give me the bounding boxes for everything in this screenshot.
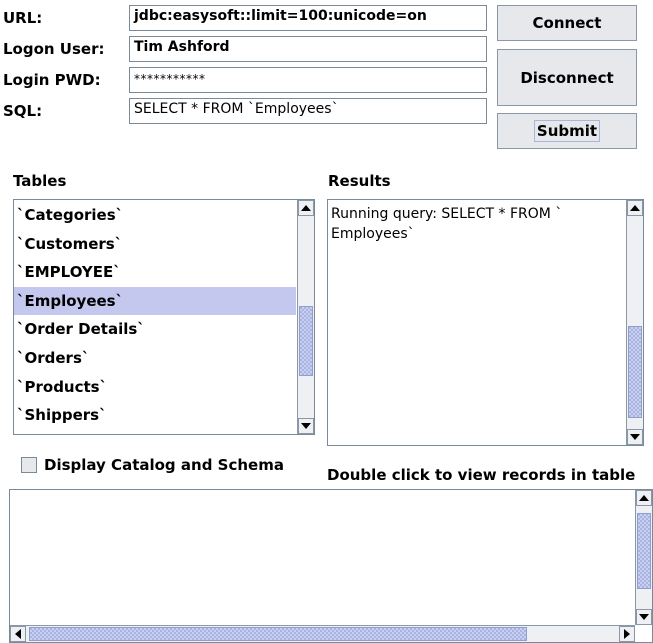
records-vscroll-thumb[interactable] [637,513,651,589]
table-list-item[interactable]: `Employees` [14,286,296,315]
arrow-left-icon [15,629,21,639]
double-click-hint: Double click to view records in table [327,466,636,484]
results-line: Employees` [331,226,415,242]
arrow-up-icon [301,205,311,211]
results-heading: Results [328,172,391,190]
display-catalog-checkbox[interactable] [21,457,37,473]
table-list-item[interactable]: `Products` [14,373,296,401]
table-list-item[interactable]: `Orders` [14,344,296,372]
results-scroll-down-button[interactable] [627,429,643,445]
tables-scroll-thumb[interactable] [299,306,313,376]
results-line: Running query: SELECT * FROM ` [331,206,563,222]
results-vscrollbar[interactable] [626,200,643,445]
results-text: Running query: SELECT * FROM ` Employees… [331,204,623,244]
tables-list[interactable]: `Categories` `Customers` `EMPLOYEE` `Employ… [13,199,315,435]
disconnect-button-label: Disconnect [520,68,614,87]
arrow-down-icon [301,423,311,429]
arrow-down-icon [630,434,640,440]
records-panel[interactable] [9,489,653,643]
display-catalog-label[interactable]: Display Catalog and Schema [44,456,284,474]
tables-vscrollbar[interactable] [297,200,314,434]
records-scroll-up-button[interactable] [636,490,652,506]
connect-button-label: Connect [532,14,602,32]
tables-scroll-up-button[interactable] [298,200,314,216]
records-hscroll-thumb[interactable] [29,627,527,641]
table-list-item[interactable]: `EMPLOYEE` [14,258,296,286]
url-label: URL: [3,9,43,27]
logon-user-label: Logon User: [3,40,105,58]
results-panel[interactable]: Running query: SELECT * FROM ` Employees… [327,199,644,446]
records-scroll-left-button[interactable] [10,626,26,642]
submit-button[interactable]: Submit [497,113,637,149]
submit-button-label: Submit [533,120,601,142]
sql-label: SQL: [3,102,43,120]
records-vscrollbar[interactable] [635,490,652,625]
records-scroll-right-button[interactable] [619,626,635,642]
table-list-item[interactable]: `Order Details` [14,315,296,343]
sql-field[interactable]: SELECT * FROM `Employees` [129,98,487,124]
connect-button[interactable]: Connect [497,5,637,41]
records-hscrollbar[interactable] [10,625,635,642]
table-list-item[interactable]: `Shippers` [14,401,296,429]
logon-user-field[interactable]: Tim Ashford [129,36,487,62]
table-list-item[interactable]: `Categories` [14,201,296,229]
arrow-right-icon [624,629,630,639]
tables-heading: Tables [13,172,67,190]
url-field[interactable]: jdbc:easysoft::limit=100:unicode=on [129,5,487,31]
results-scroll-up-button[interactable] [627,200,643,216]
arrow-down-icon [639,614,649,620]
results-scroll-thumb[interactable] [628,326,642,418]
disconnect-button[interactable]: Disconnect [497,49,637,106]
table-list-item[interactable]: `Customers` [14,230,296,258]
arrow-up-icon [639,495,649,501]
records-scroll-down-button[interactable] [636,609,652,625]
arrow-up-icon [630,205,640,211]
login-pwd-field[interactable]: *********** [129,67,487,93]
login-pwd-label: Login PWD: [3,71,101,89]
tables-scroll-down-button[interactable] [298,418,314,434]
